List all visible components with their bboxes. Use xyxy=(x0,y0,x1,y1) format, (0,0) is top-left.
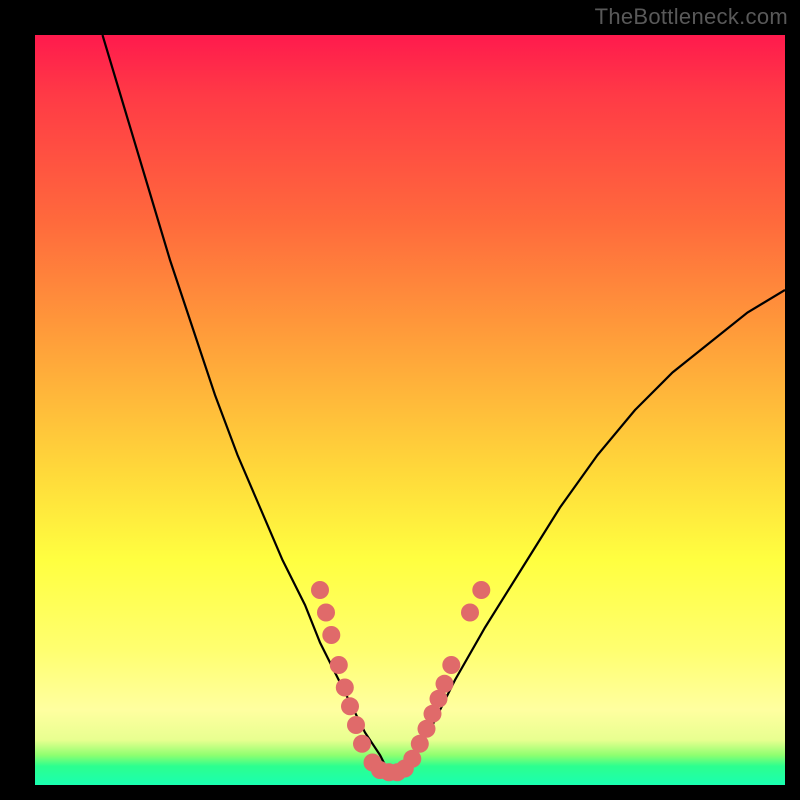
scatter-dot xyxy=(442,656,460,674)
scatter-dot xyxy=(322,626,340,644)
chart-frame: TheBottleneck.com xyxy=(0,0,800,800)
scatter-dot xyxy=(311,581,329,599)
scatter-dot xyxy=(436,675,454,693)
scatter-dot xyxy=(330,656,348,674)
scatter-dot xyxy=(317,604,335,622)
plot-area xyxy=(35,35,785,785)
scatter-dot xyxy=(336,679,354,697)
scatter-dot xyxy=(347,716,365,734)
curve-svg xyxy=(35,35,785,785)
scatter-dot xyxy=(461,604,479,622)
scatter-dot xyxy=(472,581,490,599)
scatter-dot xyxy=(341,697,359,715)
watermark-text: TheBottleneck.com xyxy=(595,4,788,30)
scatter-dot xyxy=(353,735,371,753)
bottleneck-curve xyxy=(103,35,786,770)
scatter-dots xyxy=(311,581,490,781)
